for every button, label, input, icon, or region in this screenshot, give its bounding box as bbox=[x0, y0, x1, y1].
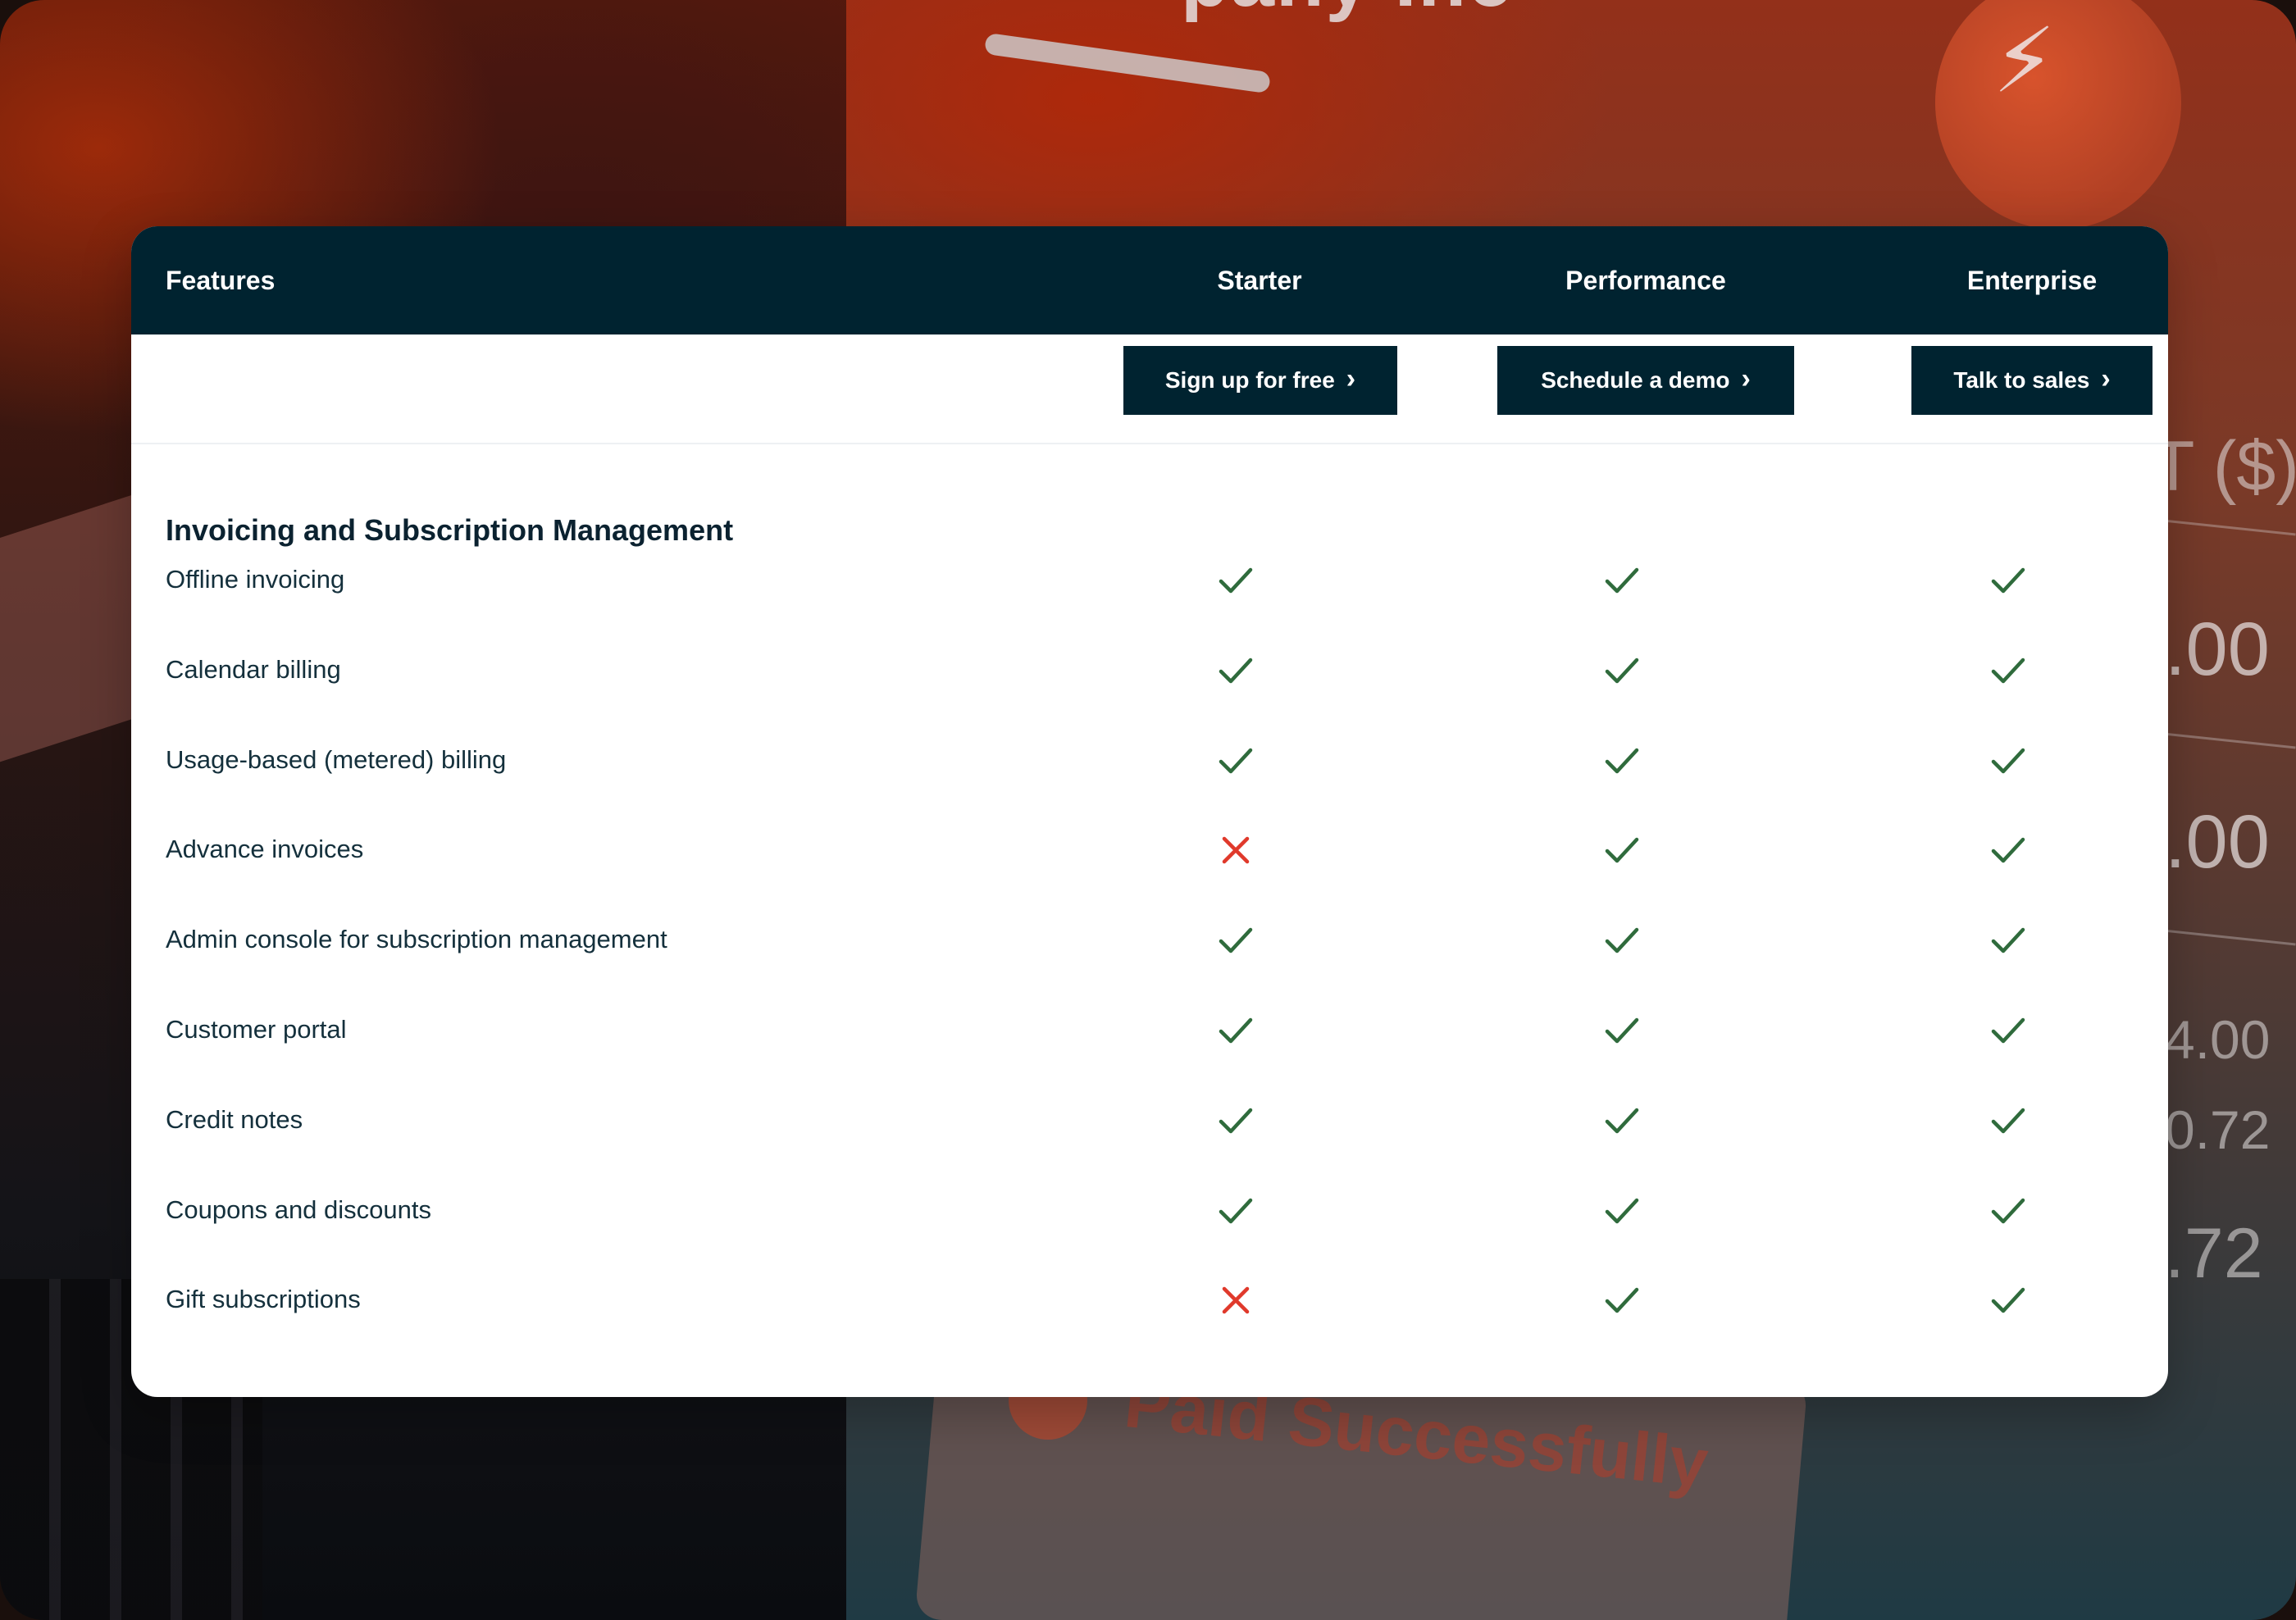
check-icon bbox=[1214, 1009, 1257, 1052]
check-icon bbox=[1601, 1009, 1643, 1052]
check-icon bbox=[1987, 1099, 2029, 1142]
check-icon bbox=[1601, 649, 1643, 692]
background-amount: .00 bbox=[2165, 800, 2270, 884]
button-label: Talk to sales bbox=[1953, 367, 2090, 393]
button-label: Sign up for free bbox=[1164, 367, 1335, 393]
table-row: Coupons and discounts bbox=[131, 1165, 2168, 1255]
background-amount: 0.72 bbox=[2165, 1099, 2271, 1160]
table-row: Customer portal bbox=[131, 985, 2168, 1075]
schedule-a-demo-button[interactable]: Schedule a demo › bbox=[1497, 346, 1794, 415]
table-row: Usage-based (metered) billing bbox=[131, 715, 2168, 805]
table-row: Offline invoicing bbox=[131, 535, 2168, 625]
plan-header-enterprise: Enterprise bbox=[1966, 266, 2098, 295]
table-row: Gift subscriptions bbox=[131, 1254, 2168, 1345]
check-icon bbox=[1601, 1279, 1643, 1322]
chevron-right-icon: › bbox=[2101, 363, 2111, 394]
plan-header-starter: Starter bbox=[1217, 266, 1302, 295]
sign-up-for-free-button[interactable]: Sign up for free › bbox=[1123, 346, 1397, 415]
chevron-right-icon: › bbox=[1346, 363, 1356, 394]
check-icon bbox=[1987, 649, 2029, 692]
features-column-header: Features bbox=[166, 266, 276, 295]
check-icon bbox=[1214, 739, 1257, 782]
table-header: Features Starter Performance Enterprise bbox=[131, 226, 2168, 334]
background-company-title: pany Inc bbox=[1181, 0, 1513, 25]
table-row: Admin console for subscription managemen… bbox=[131, 894, 2168, 985]
lightning-icon: ⚡︎ bbox=[1993, 11, 2057, 111]
check-icon bbox=[1601, 919, 1643, 962]
plan-header-performance: Performance bbox=[1565, 266, 1726, 295]
feature-label: Customer portal bbox=[166, 1015, 347, 1044]
feature-label: Usage-based (metered) billing bbox=[166, 744, 507, 774]
feature-label: Coupons and discounts bbox=[166, 1195, 432, 1224]
check-icon bbox=[1214, 1099, 1257, 1142]
check-icon bbox=[1214, 919, 1257, 962]
check-icon bbox=[1601, 1099, 1643, 1142]
check-icon bbox=[1987, 1190, 2029, 1232]
check-icon bbox=[1987, 1279, 2029, 1322]
table-row: Advance invoices bbox=[131, 804, 2168, 894]
background-amount: .72 bbox=[2165, 1214, 2263, 1293]
background-amount: 4.00 bbox=[2165, 1009, 2271, 1070]
button-label: Schedule a demo bbox=[1541, 367, 1730, 393]
check-icon bbox=[1214, 649, 1257, 692]
check-icon bbox=[1987, 1009, 2029, 1052]
feature-label: Advance invoices bbox=[166, 835, 364, 864]
check-icon bbox=[1601, 739, 1643, 782]
feature-label: Credit notes bbox=[166, 1104, 303, 1134]
background-amount: .00 bbox=[2165, 608, 2270, 691]
check-icon bbox=[1987, 829, 2029, 871]
check-icon bbox=[1214, 1190, 1257, 1232]
table-row: Credit notes bbox=[131, 1075, 2168, 1165]
chevron-right-icon: › bbox=[1741, 363, 1751, 394]
check-icon bbox=[1214, 559, 1257, 602]
check-icon bbox=[1987, 919, 2029, 962]
feature-label: Admin console for subscription managemen… bbox=[166, 925, 667, 954]
cross-icon bbox=[1214, 829, 1257, 871]
pricing-comparison-table: Features Starter Performance Enterprise … bbox=[131, 226, 2168, 1397]
check-icon bbox=[1987, 559, 2029, 602]
check-icon bbox=[1601, 829, 1643, 871]
cross-icon bbox=[1214, 1279, 1257, 1322]
check-icon bbox=[1601, 559, 1643, 602]
table-row: Calendar billing bbox=[131, 625, 2168, 715]
feature-label: Offline invoicing bbox=[166, 565, 345, 594]
talk-to-sales-button[interactable]: Talk to sales › bbox=[1911, 346, 2152, 415]
feature-label: Calendar billing bbox=[166, 654, 341, 684]
check-icon bbox=[1987, 739, 2029, 782]
check-icon bbox=[1601, 1190, 1643, 1232]
cta-row: Sign up for free › Schedule a demo › Tal… bbox=[131, 334, 2168, 444]
feature-label: Gift subscriptions bbox=[166, 1285, 361, 1314]
